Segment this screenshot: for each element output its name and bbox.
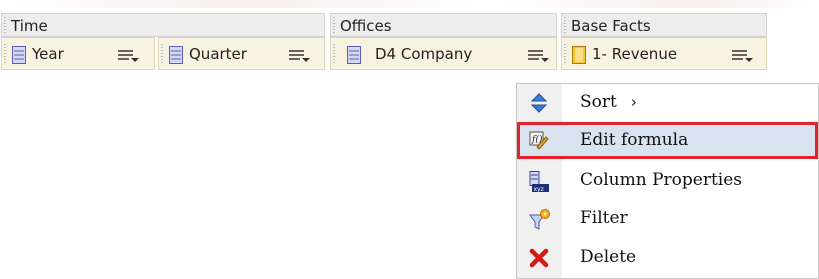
menu-item-column-properties[interactable]: xyz Column Properties (517, 162, 818, 199)
header-offices[interactable]: Offices (330, 13, 557, 37)
dimension-column-icon (347, 46, 361, 68)
column-label: D4 Company (375, 45, 473, 63)
column-menu-icon[interactable] (732, 48, 754, 67)
delete-icon (529, 248, 549, 268)
menu-item-sort[interactable]: Sort › (517, 84, 818, 121)
column-pill-year[interactable]: Year (1, 37, 155, 70)
drag-handle-icon[interactable] (564, 44, 566, 64)
column-pill-revenue[interactable]: 1- Revenue (561, 37, 767, 70)
dimension-column-icon (169, 46, 183, 68)
menu-item-filter[interactable]: Filter (517, 200, 818, 237)
menu-item-edit-formula[interactable]: f() Edit formula (517, 122, 818, 159)
column-context-menu: Sort › f() Edit formula xyz Column Proper… (516, 83, 819, 279)
drag-handle-icon[interactable] (4, 17, 6, 33)
drag-handle-icon[interactable] (333, 44, 335, 64)
column-menu-icon[interactable] (118, 48, 140, 67)
measure-column-icon (572, 46, 586, 68)
menu-item-delete[interactable]: Delete (517, 239, 818, 276)
column-pill-quarter[interactable]: Quarter (158, 37, 325, 70)
background-band (0, 0, 819, 8)
column-properties-icon: xyz (529, 171, 549, 193)
column-pill-d4-company[interactable]: D4 Company (330, 37, 557, 70)
column-label: Year (32, 45, 64, 63)
menu-item-label: Delete (580, 247, 637, 267)
menu-item-label: Sort (580, 92, 617, 112)
menu-item-label: Edit formula (580, 130, 689, 150)
filter-icon (529, 209, 550, 230)
drag-handle-icon[interactable] (564, 17, 566, 33)
column-menu-icon[interactable] (289, 48, 311, 67)
drag-handle-icon[interactable] (161, 44, 163, 64)
header-time-label: Time (11, 17, 48, 35)
header-base-facts-label: Base Facts (571, 17, 651, 35)
submenu-arrow-icon: › (630, 93, 637, 111)
drag-handle-icon[interactable] (333, 17, 335, 33)
drag-handle-icon[interactable] (4, 44, 6, 64)
svg-text:xyz: xyz (534, 186, 544, 193)
edit-formula-icon: f() (529, 131, 549, 151)
sort-icon (529, 93, 549, 113)
header-time[interactable]: Time (1, 13, 325, 37)
header-offices-label: Offices (340, 17, 392, 35)
menu-item-label: Column Properties (580, 170, 743, 190)
column-menu-icon[interactable] (528, 48, 550, 67)
dimension-column-icon (12, 46, 26, 68)
column-label: 1- Revenue (592, 45, 678, 63)
header-base-facts[interactable]: Base Facts (561, 13, 767, 37)
menu-item-label: Filter (580, 208, 628, 228)
column-label: Quarter (189, 45, 247, 63)
